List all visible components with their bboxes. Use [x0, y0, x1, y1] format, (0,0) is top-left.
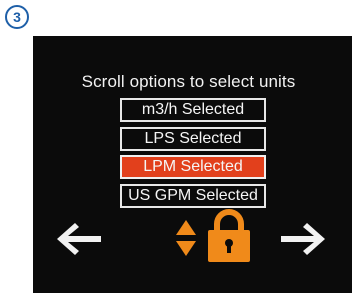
up-down-arrows-icon[interactable] — [174, 218, 198, 258]
step-number-badge: 3 — [5, 5, 29, 29]
unit-option-lps[interactable]: LPS Selected — [120, 127, 266, 151]
device-display: Scroll options to select units m3/h Sele… — [33, 36, 352, 293]
screen-title: Scroll options to select units — [81, 72, 296, 91]
right-arrow-icon[interactable] — [279, 220, 327, 258]
left-arrow-icon[interactable] — [55, 220, 103, 258]
lock-icon[interactable] — [205, 208, 253, 264]
unit-option-lpm[interactable]: LPM Selected — [120, 155, 266, 179]
unit-option-m3h[interactable]: m3/h Selected — [120, 98, 266, 122]
page: 3 Scroll options to select units m3/h Se… — [0, 0, 352, 293]
unit-option-us-gpm[interactable]: US GPM Selected — [120, 184, 266, 208]
